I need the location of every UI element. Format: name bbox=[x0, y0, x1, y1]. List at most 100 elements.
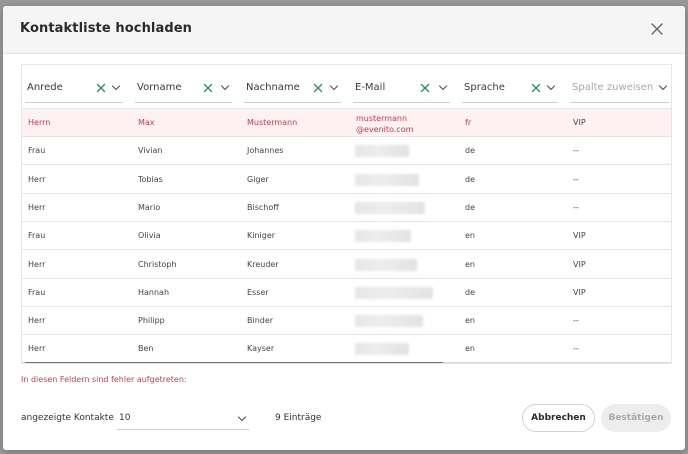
cell-anrede: Frau bbox=[28, 146, 46, 156]
cell-anrede: Herr bbox=[28, 316, 46, 326]
cell-vorname: Ben bbox=[138, 344, 154, 354]
cell-nachname: Kreuder bbox=[247, 259, 279, 269]
cell-sprache: de bbox=[465, 202, 475, 212]
table-row: Frau Olivia Kiniger en VIP bbox=[22, 222, 671, 251]
cell-extra: -- bbox=[573, 202, 579, 212]
table-row: Herr Christoph Kreuder en VIP bbox=[22, 251, 671, 279]
upload-contacts-dialog: Kontaktliste hochladen Anrede Vorname Nach… bbox=[3, 6, 685, 450]
cell-anrede: Herrn bbox=[28, 118, 51, 127]
column-mapping-header: Anrede Vorname Nachname E-Mail Sprache Spalte… bbox=[22, 65, 671, 109]
table-row: Herrn Max Mustermann mustermann @evenito.com… bbox=[22, 109, 671, 137]
column-select-label: Nachname bbox=[246, 82, 300, 93]
cell-extra: -- bbox=[573, 344, 579, 354]
redacted-email bbox=[355, 230, 411, 243]
close-button[interactable] bbox=[648, 20, 666, 38]
table-row: Frau Vivian Johannes de -- bbox=[22, 137, 671, 166]
email-line-2: @evenito.com bbox=[356, 125, 414, 134]
column-select-label: E-Mail bbox=[355, 82, 386, 93]
cell-vorname: Hannah bbox=[138, 287, 170, 297]
clear-x-icon[interactable] bbox=[202, 82, 214, 94]
column-select-5[interactable]: Sprache bbox=[462, 77, 558, 103]
cell-nachname: Binder bbox=[247, 316, 274, 326]
close-icon bbox=[651, 23, 663, 35]
table-row: Herr Ben Kayser en -- bbox=[22, 335, 671, 363]
cell-nachname: Kayser bbox=[247, 344, 275, 354]
cell-anrede: Frau bbox=[28, 231, 46, 241]
chevron-down-icon[interactable] bbox=[438, 84, 448, 92]
scrollbar-thumb[interactable] bbox=[24, 362, 444, 363]
redacted-email bbox=[355, 315, 423, 328]
cell-extra: -- bbox=[573, 316, 579, 326]
column-select-label: Sprache bbox=[464, 82, 505, 93]
column-select-1[interactable]: Anrede bbox=[25, 77, 123, 103]
redacted-email bbox=[355, 173, 419, 186]
clear-x-icon[interactable] bbox=[312, 82, 324, 94]
cell-sprache: en bbox=[465, 259, 475, 269]
cell-anrede: Herr bbox=[28, 259, 46, 269]
column-select-2[interactable]: Vorname bbox=[135, 77, 232, 103]
contacts-preview-table: Anrede Vorname Nachname E-Mail Sprache Spalte… bbox=[21, 64, 672, 364]
column-select-6[interactable]: Spalte zuweisen bbox=[570, 77, 670, 103]
entries-count: 9 Einträge bbox=[275, 413, 322, 423]
cell-extra: -- bbox=[573, 146, 579, 156]
cell-extra: VIP bbox=[573, 259, 586, 269]
page-size-select[interactable]: 10 bbox=[117, 407, 249, 430]
cell-vorname: Tobias bbox=[138, 174, 163, 184]
column-select-label: Spalte zuweisen bbox=[572, 82, 654, 93]
cell-extra: VIP bbox=[573, 231, 586, 241]
cell-vorname: Vivian bbox=[138, 146, 163, 156]
cell-extra: VIP bbox=[573, 118, 586, 127]
cell-sprache: de bbox=[465, 287, 475, 297]
cell-anrede: Herr bbox=[28, 344, 46, 354]
chevron-down-icon[interactable] bbox=[546, 84, 556, 92]
table-row: Herr Philipp Binder en -- bbox=[22, 307, 671, 336]
cell-nachname: Johannes bbox=[247, 146, 284, 156]
chevron-down-icon[interactable] bbox=[329, 84, 339, 92]
confirm-button[interactable]: Bestätigen bbox=[601, 404, 671, 432]
cell-extra: -- bbox=[573, 174, 579, 184]
cell-nachname: Esser bbox=[247, 287, 269, 297]
table-row: Herr Tobias Giger de -- bbox=[22, 166, 671, 194]
dialog-title: Kontaktliste hochladen bbox=[20, 21, 193, 36]
clear-x-icon[interactable] bbox=[419, 82, 431, 94]
cell-sprache: en bbox=[465, 344, 475, 354]
cell-vorname: Olivia bbox=[138, 231, 161, 241]
shown-contacts-label: angezeigte Kontakte bbox=[21, 413, 114, 423]
cell-sprache: de bbox=[465, 146, 475, 156]
cell-nachname: Bischoff bbox=[247, 202, 279, 212]
cell-anrede: Frau bbox=[28, 287, 46, 297]
page-size-value: 10 bbox=[119, 413, 131, 423]
redacted-email bbox=[355, 343, 409, 356]
cell-sprache: de bbox=[465, 174, 475, 184]
redacted-email bbox=[355, 258, 417, 271]
cell-vorname: Philipp bbox=[138, 316, 165, 326]
cell-sprache: fr bbox=[465, 118, 472, 127]
clear-x-icon[interactable] bbox=[95, 82, 107, 94]
dialog-header: Kontaktliste hochladen bbox=[3, 6, 685, 54]
cell-vorname: Christoph bbox=[138, 259, 177, 269]
redacted-email bbox=[355, 286, 433, 299]
email-line-1: mustermann bbox=[356, 114, 408, 123]
horizontal-scrollbar[interactable] bbox=[24, 362, 671, 363]
clear-x-icon[interactable] bbox=[530, 82, 542, 94]
error-message: In diesen Feldern sind fehler aufgetrete… bbox=[21, 375, 187, 384]
table-row: Frau Hannah Esser de VIP bbox=[22, 279, 671, 307]
cell-anrede: Herr bbox=[28, 174, 46, 184]
redacted-email bbox=[355, 201, 425, 214]
chevron-down-icon[interactable] bbox=[220, 84, 230, 92]
cancel-button[interactable]: Abbrechen bbox=[522, 404, 595, 432]
chevron-down-icon[interactable] bbox=[658, 84, 668, 92]
column-select-label: Anrede bbox=[27, 82, 63, 93]
cell-nachname: Mustermann bbox=[247, 118, 298, 127]
redacted-email bbox=[355, 145, 409, 158]
column-select-4[interactable]: E-Mail bbox=[353, 77, 450, 103]
cell-nachname: Kiniger bbox=[247, 231, 276, 241]
cell-vorname: Max bbox=[138, 118, 155, 127]
cell-sprache: en bbox=[465, 316, 475, 326]
chevron-down-icon[interactable] bbox=[111, 84, 121, 92]
cell-vorname: Mario bbox=[138, 202, 161, 212]
column-select-3[interactable]: Nachname bbox=[244, 77, 341, 103]
table-row: Herr Mario Bischoff de -- bbox=[22, 194, 671, 222]
column-select-label: Vorname bbox=[137, 82, 182, 93]
cell-sprache: en bbox=[465, 231, 475, 241]
